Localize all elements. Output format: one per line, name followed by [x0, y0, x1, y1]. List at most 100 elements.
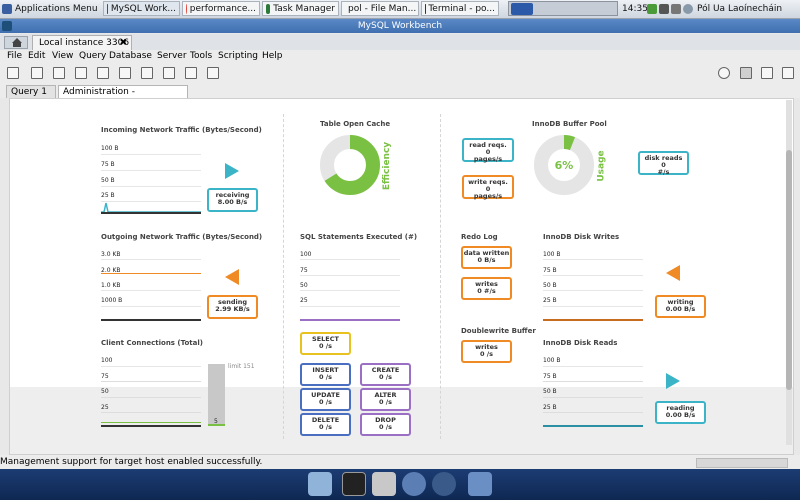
tick-label: 75 B — [543, 267, 557, 274]
connection-tab[interactable]: Local instance 3306 ✖ — [32, 35, 132, 50]
task-browser[interactable]: performance... — [182, 1, 260, 16]
tick-label: 50 B — [543, 388, 557, 395]
toggle-sidebar-icon[interactable] — [740, 67, 752, 79]
writing-arrow-icon — [666, 265, 680, 281]
grid-line — [543, 306, 643, 307]
search-dock-icon[interactable] — [432, 472, 456, 496]
create-procedure-icon[interactable] — [141, 67, 153, 79]
status-progress — [696, 458, 788, 468]
menu-edit[interactable]: Edit — [28, 51, 45, 61]
client-limit-label: limit 151 — [228, 363, 255, 370]
menu-bar: File Edit View Query Database Server Too… — [0, 50, 800, 64]
task-task-manager[interactable]: Task Manager — [262, 1, 339, 16]
tick-label: 1000 B — [101, 297, 123, 304]
tab-administration-dashboard[interactable]: Administration - Dashboard ✖ — [58, 85, 188, 109]
disk-reads-line — [543, 425, 643, 427]
user-name[interactable]: Pól Ua Laoínecháin — [697, 1, 782, 16]
incoming-traffic-title: Incoming Network Traffic (Bytes/Second) — [101, 126, 262, 134]
show-desktop-icon[interactable] — [308, 472, 332, 496]
doublewrite-writes-box: writes 0 /s — [461, 340, 512, 363]
vertical-scrollbar[interactable] — [786, 100, 792, 445]
tick-label: 100 — [300, 251, 312, 258]
home-button[interactable] — [4, 36, 28, 49]
grid-line — [101, 412, 201, 413]
cache-percent: 66% — [337, 159, 363, 172]
menu-view[interactable]: View — [52, 51, 73, 61]
tick-label: 1.0 KB — [101, 282, 121, 289]
create-schema-icon[interactable] — [75, 67, 87, 79]
pool-percent: 6% — [555, 159, 574, 172]
open-inspector-icon[interactable] — [53, 67, 65, 79]
tick-label: 100 B — [543, 251, 561, 258]
file-manager-dock-icon[interactable] — [372, 472, 396, 496]
chrome-icon — [186, 3, 187, 14]
doublewrite-buffer-title: Doublewrite Buffer — [461, 327, 536, 335]
task-manager-icon — [266, 3, 271, 14]
outgoing-traffic-title: Outgoing Network Traffic (Bytes/Second) — [101, 233, 263, 241]
folder-dock-icon[interactable] — [468, 472, 492, 496]
delete-box: DELETE 0 /s — [300, 413, 351, 436]
new-sql-tab-icon[interactable] — [7, 67, 19, 79]
read-reqs-box: read reqs. 0 pages/s — [462, 138, 514, 163]
reconnect-icon[interactable] — [207, 67, 219, 79]
tick-label: 75 — [300, 267, 308, 274]
menu-tools[interactable]: Tools — [190, 51, 212, 61]
task-file-manager[interactable]: pol - File Man... — [341, 1, 419, 16]
create-view-icon[interactable] — [119, 67, 131, 79]
create-function-icon[interactable] — [163, 67, 175, 79]
status-text: Management support for target host enabl… — [0, 457, 263, 467]
grid-line — [543, 381, 643, 382]
terminal-dock-icon[interactable] — [342, 472, 366, 496]
network-icon[interactable] — [659, 3, 669, 14]
tab-query-1[interactable]: Query 1 ✖ — [6, 85, 56, 108]
grid-line — [543, 412, 643, 413]
toggle-secondary-sidebar-icon[interactable] — [782, 67, 794, 79]
reading-arrow-icon — [666, 373, 680, 389]
divider — [283, 114, 284, 439]
outgoing-traffic-line — [101, 273, 201, 274]
usage-label: Usage — [596, 150, 607, 182]
window-titlebar: MySQL Workbench — [0, 19, 800, 33]
menu-scripting[interactable]: Scripting — [218, 51, 258, 61]
menu-database[interactable]: Database — [109, 51, 152, 61]
menu-help[interactable]: Help — [262, 51, 283, 61]
efficiency-label-wrap: Efficiency — [375, 139, 405, 194]
menu-query[interactable]: Query — [79, 51, 106, 61]
open-sql-file-icon[interactable] — [31, 67, 43, 79]
search-table-data-icon[interactable] — [185, 67, 197, 79]
tick-label: 75 B — [543, 373, 557, 380]
scrollbar-thumb[interactable] — [786, 150, 792, 390]
sql-statements-line — [300, 319, 400, 321]
menu-server[interactable]: Server — [157, 51, 187, 61]
applications-menu-button[interactable]: Applications Menu — [2, 1, 98, 16]
search-tray-icon[interactable] — [683, 3, 693, 14]
task-terminal[interactable]: Terminal - po... — [421, 1, 499, 16]
workspace-switcher[interactable] — [508, 1, 618, 16]
tick-label: 25 — [101, 404, 109, 411]
update-box: UPDATE 0 /s — [300, 388, 351, 411]
workspace-icon — [511, 2, 533, 15]
toolbar — [0, 64, 800, 85]
toggle-output-icon[interactable] — [761, 67, 773, 79]
menu-file[interactable]: File — [7, 51, 22, 61]
grid-line — [101, 366, 201, 367]
volume-icon[interactable] — [671, 3, 681, 14]
drop-box: DROP 0 /s — [360, 413, 411, 436]
redo-writes-box: writes 0 #/s — [461, 277, 512, 300]
applications-menu-icon — [2, 3, 12, 14]
create-table-icon[interactable] — [97, 67, 109, 79]
redo-log-title: Redo Log — [461, 233, 498, 241]
tick-label: 25 — [300, 297, 308, 304]
chart-baseline — [101, 212, 201, 214]
tick-label: 100 B — [101, 145, 119, 152]
efficiency-label: Efficiency — [382, 141, 393, 191]
browser-dock-icon[interactable] — [402, 472, 426, 496]
battery-icon[interactable] — [647, 3, 657, 14]
receiving-arrow-icon — [225, 163, 239, 179]
task-mysql-workbench[interactable]: MySQL Work... — [103, 1, 180, 16]
tick-label: 25 B — [543, 297, 557, 304]
sending-arrow-icon — [225, 269, 239, 285]
preferences-icon[interactable] — [718, 67, 730, 79]
disk-writes-title: InnoDB Disk Writes — [543, 233, 620, 241]
close-icon[interactable]: ✖ — [119, 36, 127, 50]
